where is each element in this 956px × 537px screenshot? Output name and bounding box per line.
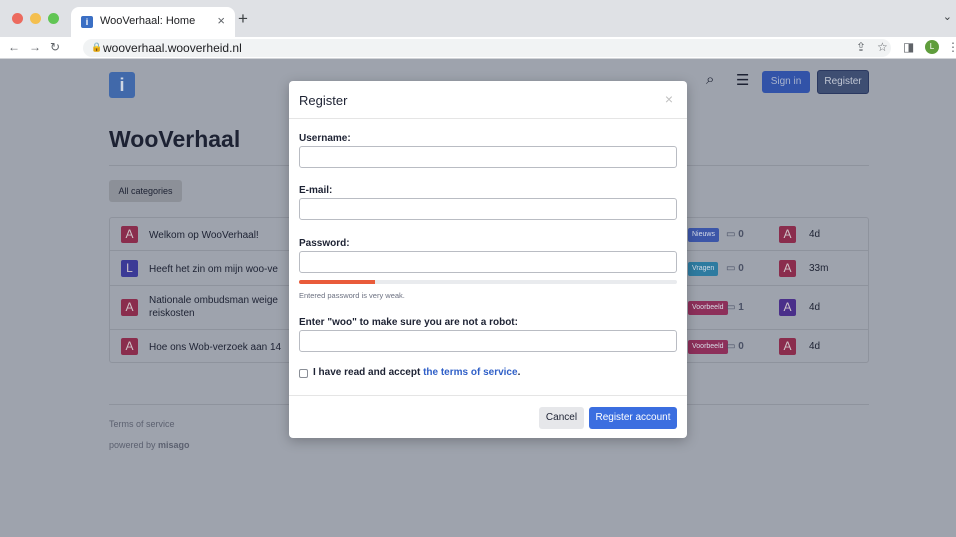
- thread-title[interactable]: Heeft het zin om mijn woo-ve: [149, 263, 278, 276]
- category-badge[interactable]: Voorbeeld: [688, 301, 728, 315]
- maximize-window-button[interactable]: [48, 13, 59, 24]
- back-arrow-icon[interactable]: ←: [8, 40, 20, 54]
- terms-of-service-modal-link[interactable]: the terms of service: [423, 367, 518, 378]
- password-input[interactable]: [299, 251, 677, 273]
- password-strength-meter: [299, 280, 677, 284]
- thread-title[interactable]: Hoe ons Wob-verzoek aan 14: [149, 341, 281, 354]
- forward-arrow-icon[interactable]: →: [29, 40, 41, 54]
- last-activity-time[interactable]: 4d: [809, 302, 820, 313]
- profile-avatar[interactable]: L: [925, 40, 939, 54]
- reply-count: ▭ 0: [726, 229, 744, 240]
- thread-title[interactable]: Nationale ombudsman weige reiskosten: [149, 294, 278, 320]
- comment-icon: ▭: [726, 229, 739, 240]
- tab-title: WooVerhaal: Home: [100, 15, 196, 27]
- terms-checkbox[interactable]: [299, 369, 308, 378]
- reply-count-value: 0: [738, 341, 744, 352]
- address-bar[interactable]: 🔒 wooverhaal.wooverheid.nl: [83, 39, 891, 57]
- thread-title-line-2: reiskosten: [149, 308, 195, 319]
- header-register-button[interactable]: Register: [817, 70, 869, 94]
- url-text: wooverhaal.wooverheid.nl: [103, 41, 242, 55]
- site-logo[interactable]: i: [109, 72, 135, 98]
- close-tab-icon[interactable]: ×: [217, 13, 225, 28]
- reply-count-value: 0: [738, 263, 744, 274]
- reply-count: ▭ 0: [726, 341, 744, 352]
- browser-tab[interactable]: i WooVerhaal: Home ×: [71, 7, 235, 37]
- username-input[interactable]: [299, 146, 677, 168]
- terms-label: I have read and accept the terms of serv…: [313, 367, 520, 378]
- password-strength-fill: [299, 280, 375, 284]
- last-activity-time[interactable]: 4d: [809, 341, 820, 352]
- search-icon[interactable]: ⌕: [706, 71, 714, 88]
- category-badge[interactable]: Voorbeeld: [688, 340, 728, 354]
- misago-link[interactable]: misago: [158, 440, 190, 450]
- reply-count: ▭ 0: [726, 263, 744, 274]
- side-panel-icon[interactable]: ◨: [903, 40, 914, 54]
- reply-count-value: 1: [738, 302, 744, 313]
- thread-author-avatar[interactable]: A: [121, 338, 138, 355]
- last-activity-time[interactable]: 33m: [809, 263, 828, 274]
- reply-count: ▭ 1: [726, 302, 744, 313]
- browser-tabstrip: i WooVerhaal: Home × + ⌄: [0, 0, 956, 37]
- last-activity-time[interactable]: 4d: [809, 229, 820, 240]
- share-icon[interactable]: ⇪: [856, 40, 866, 54]
- username-label: Username:: [299, 133, 351, 144]
- modal-title: Register: [299, 93, 348, 108]
- tab-search-chevron-icon[interactable]: ⌄: [943, 10, 952, 23]
- close-window-button[interactable]: [12, 13, 23, 24]
- cancel-button[interactable]: Cancel: [539, 407, 584, 429]
- register-account-button[interactable]: Register account: [589, 407, 677, 429]
- password-label: Password:: [299, 238, 350, 249]
- comment-icon: ▭: [726, 263, 739, 274]
- thread-author-avatar[interactable]: L: [121, 260, 138, 277]
- thread-author-avatar[interactable]: A: [121, 226, 138, 243]
- last-poster-avatar[interactable]: A: [779, 226, 796, 243]
- reply-count-value: 0: [738, 229, 744, 240]
- minimize-window-button[interactable]: [30, 13, 41, 24]
- all-categories-button[interactable]: All categories: [109, 180, 182, 202]
- thread-title[interactable]: Welkom op WooVerhaal!: [149, 229, 259, 242]
- register-modal: Register × Username: E-mail: Password: E…: [289, 81, 687, 438]
- browser-menu-icon[interactable]: ⋮: [947, 40, 956, 54]
- last-poster-avatar[interactable]: A: [779, 338, 796, 355]
- category-badge[interactable]: Vragen: [688, 262, 719, 276]
- sign-in-button[interactable]: Sign in: [762, 71, 810, 93]
- browser-toolbar: ← → ↻ 🔒 wooverhaal.wooverheid.nl ⇪ ☆ ◨ L…: [0, 37, 956, 59]
- comment-icon: ▭: [726, 302, 739, 313]
- email-label: E-mail:: [299, 185, 333, 196]
- email-input[interactable]: [299, 198, 677, 220]
- powered-by-prefix: powered by: [109, 440, 159, 450]
- modal-footer-divider: [289, 395, 687, 396]
- last-poster-avatar[interactable]: A: [779, 260, 796, 277]
- captcha-input[interactable]: [299, 330, 677, 352]
- lock-icon: 🔒: [91, 42, 103, 52]
- hamburger-menu-icon[interactable]: ☰: [736, 71, 749, 89]
- terms-prefix: I have read and accept: [313, 367, 424, 378]
- reload-icon[interactable]: ↻: [50, 40, 60, 54]
- site-favicon-icon: i: [81, 16, 93, 28]
- thread-title-line-1: Nationale ombudsman weige: [149, 295, 278, 306]
- terms-of-service-link[interactable]: Terms of service: [109, 419, 175, 429]
- thread-author-avatar[interactable]: A: [121, 299, 138, 316]
- new-tab-icon[interactable]: +: [238, 9, 248, 29]
- comment-icon: ▭: [726, 341, 739, 352]
- powered-by: powered by misago: [109, 440, 190, 450]
- bookmark-star-icon[interactable]: ☆: [877, 40, 888, 54]
- password-strength-text: Entered password is very weak.: [299, 291, 405, 300]
- page-title: WooVerhaal: [109, 126, 241, 152]
- close-icon[interactable]: ×: [665, 91, 673, 107]
- last-poster-avatar[interactable]: A: [779, 299, 796, 316]
- terms-suffix: .: [517, 367, 521, 378]
- category-badge[interactable]: Nieuws: [688, 228, 719, 242]
- captcha-label: Enter "woo" to make sure you are not a r…: [299, 317, 518, 328]
- modal-header: Register ×: [289, 81, 687, 119]
